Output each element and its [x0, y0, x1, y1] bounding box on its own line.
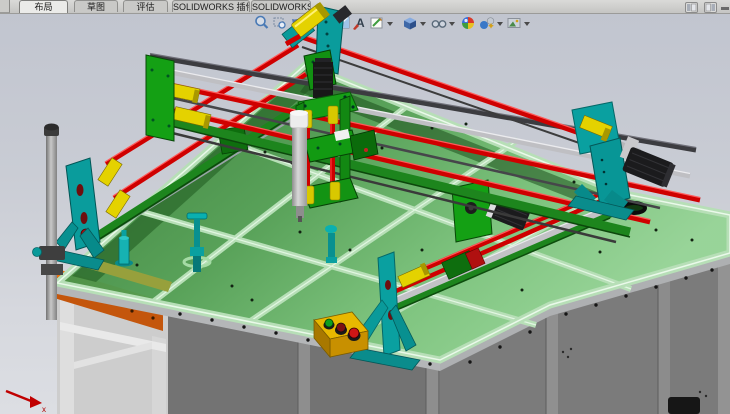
view-settings-icon[interactable]: [506, 15, 522, 31]
pane-toggle-icon[interactable]: [685, 2, 698, 13]
tab-sketch-label: 草图: [87, 2, 105, 12]
section-view-icon[interactable]: [336, 15, 352, 31]
tab-layout[interactable]: 布局: [19, 0, 68, 13]
display-style-dropdown-icon[interactable]: [449, 22, 455, 26]
tab-mbd[interactable]: SOLIDWORKS MBD: [251, 0, 311, 12]
edit-sketch-dropdown-icon[interactable]: [387, 22, 393, 26]
tab-evaluate[interactable]: 评估: [123, 0, 168, 12]
tab-addins-label: SOLIDWORKS 插件: [173, 2, 250, 12]
svg-text:A: A: [356, 16, 365, 30]
tab-evaluate-label: 评估: [136, 2, 154, 12]
tab-layout-label: 布局: [34, 2, 52, 12]
display-style-icon[interactable]: [431, 15, 447, 31]
headsup-view-toolbar: A: [0, 13, 730, 33]
zoom-to-area-icon[interactable]: [272, 15, 288, 31]
tab-addins[interactable]: SOLIDWORKS 插件: [172, 0, 250, 12]
tab-partial-left[interactable]: [0, 0, 10, 13]
annotation-icon[interactable]: A: [352, 15, 368, 31]
zoom-to-fit-icon[interactable]: [254, 15, 270, 31]
solidworks-window: 布局 草图 评估 SOLIDWORKS 插件 SOLIDWORKS MBD A: [0, 0, 730, 414]
view-orientation-dropdown-icon[interactable]: [420, 22, 426, 26]
apply-scene-icon[interactable]: [479, 15, 495, 31]
tab-mbd-label: SOLIDWORKS MBD: [252, 2, 311, 12]
graphics-area[interactable]: [0, 13, 730, 414]
pane-toggle-icon-2[interactable]: [704, 2, 717, 13]
minimize-icon[interactable]: [721, 7, 729, 10]
ribbon-tab-bar: 布局 草图 评估 SOLIDWORKS 插件 SOLIDWORKS MBD: [0, 0, 730, 14]
view-settings-dropdown-icon[interactable]: [524, 22, 530, 26]
apply-scene-dropdown-icon[interactable]: [497, 22, 503, 26]
view-orientation-icon[interactable]: [402, 15, 418, 31]
tab-sketch[interactable]: 草图: [74, 0, 118, 12]
edit-sketch-icon[interactable]: [369, 15, 385, 31]
edit-appearance-icon[interactable]: [460, 15, 476, 31]
previous-view-icon[interactable]: [290, 15, 306, 31]
